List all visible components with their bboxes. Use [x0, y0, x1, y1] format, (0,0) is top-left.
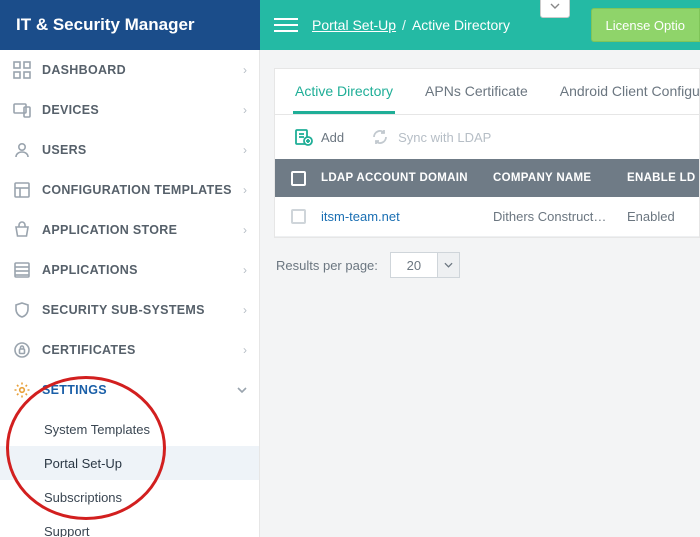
table-row[interactable]: itsm-team.net Dithers Construct… Enabled — [275, 197, 699, 237]
tab-apns-certificate[interactable]: APNs Certificate — [423, 69, 530, 114]
applications-icon — [12, 260, 32, 280]
pager: Results per page: 20 — [274, 238, 700, 292]
chevron-right-icon: › — [243, 343, 247, 357]
breadcrumb-current: Active Directory — [412, 17, 510, 33]
store-icon — [12, 220, 32, 240]
sidebar-item-label: APPLICATION STORE — [42, 223, 243, 237]
table-header: LDAP ACCOUNT DOMAIN COMPANY NAME ENABLE … — [275, 159, 699, 197]
select-all-checkbox[interactable] — [291, 171, 306, 186]
sidebar-item-label: SETTINGS — [42, 383, 237, 397]
main-content: Active Directory APNs Certificate Androi… — [260, 50, 700, 537]
shield-icon — [12, 300, 32, 320]
lock-icon — [12, 340, 32, 360]
results-per-page-select[interactable]: 20 — [390, 252, 460, 278]
sidebar-item-dashboard[interactable]: DASHBOARD › — [0, 50, 259, 90]
sidebar-item-security[interactable]: SECURITY SUB-SYSTEMS › — [0, 290, 259, 330]
row-checkbox-cell — [275, 209, 321, 224]
sidebar: DASHBOARD › DEVICES › USERS › CONFIGURAT… — [0, 50, 260, 537]
select-value: 20 — [391, 258, 437, 273]
chevron-down-icon[interactable] — [437, 253, 459, 277]
license-options-button[interactable]: License Optio — [591, 8, 700, 42]
sidebar-item-settings[interactable]: SETTINGS — [0, 370, 259, 410]
content-card: Active Directory APNs Certificate Androi… — [274, 68, 700, 238]
sync-icon — [370, 127, 390, 147]
menu-icon[interactable] — [274, 13, 298, 37]
chevron-right-icon: › — [243, 143, 247, 157]
header-enable[interactable]: ENABLE LD — [627, 172, 699, 184]
pager-label: Results per page: — [276, 258, 378, 273]
toolbar: Add Sync with LDAP — [275, 115, 699, 159]
breadcrumb: Portal Set-Up / Active Directory — [312, 17, 510, 33]
subnav-item-portal-setup[interactable]: Portal Set-Up — [0, 446, 259, 480]
chevron-right-icon: › — [243, 263, 247, 277]
sidebar-item-applications[interactable]: APPLICATIONS › — [0, 250, 259, 290]
chevron-right-icon: › — [243, 303, 247, 317]
subnav-item-support[interactable]: Support — [0, 514, 259, 537]
templates-icon — [12, 180, 32, 200]
sidebar-item-users[interactable]: USERS › — [0, 130, 259, 170]
add-icon — [293, 127, 313, 147]
sidebar-item-label: USERS — [42, 143, 243, 157]
sidebar-item-label: DEVICES — [42, 103, 243, 117]
dashboard-icon — [12, 60, 32, 80]
header-checkbox-cell — [275, 171, 321, 186]
row-enable: Enabled — [627, 209, 699, 224]
tabs: Active Directory APNs Certificate Androi… — [275, 69, 699, 115]
breadcrumb-separator: / — [402, 17, 406, 33]
sidebar-item-devices[interactable]: DEVICES › — [0, 90, 259, 130]
sidebar-item-app-store[interactable]: APPLICATION STORE › — [0, 210, 259, 250]
app-brand: IT & Security Manager — [0, 0, 260, 50]
sync-label: Sync with LDAP — [398, 130, 491, 145]
header-company[interactable]: COMPANY NAME — [493, 172, 627, 184]
row-checkbox[interactable] — [291, 209, 306, 224]
chevron-right-icon: › — [243, 103, 247, 117]
sidebar-item-label: DASHBOARD — [42, 63, 243, 77]
tab-active-directory[interactable]: Active Directory — [293, 69, 395, 114]
chevron-down-icon — [237, 387, 247, 393]
sidebar-item-config-templates[interactable]: CONFIGURATION TEMPLATES › — [0, 170, 259, 210]
add-label: Add — [321, 130, 344, 145]
dropdown-chip[interactable] — [540, 0, 570, 18]
breadcrumb-link[interactable]: Portal Set-Up — [312, 17, 396, 33]
row-domain-link[interactable]: itsm-team.net — [321, 209, 493, 224]
chevron-right-icon: › — [243, 183, 247, 197]
chevron-right-icon: › — [243, 63, 247, 77]
sync-button[interactable]: Sync with LDAP — [370, 127, 491, 147]
row-company: Dithers Construct… — [493, 209, 627, 224]
subnav-item-subscriptions[interactable]: Subscriptions — [0, 480, 259, 514]
tab-android-config[interactable]: Android Client Configuratio — [558, 69, 700, 114]
sidebar-item-label: APPLICATIONS — [42, 263, 243, 277]
sidebar-item-label: CONFIGURATION TEMPLATES — [42, 183, 243, 197]
subnav-item-system-templates[interactable]: System Templates — [0, 412, 259, 446]
devices-icon — [12, 100, 32, 120]
sidebar-item-label: CERTIFICATES — [42, 343, 243, 357]
settings-subnav: System Templates Portal Set-Up Subscript… — [0, 410, 259, 537]
topbar: Portal Set-Up / Active Directory License… — [260, 0, 700, 50]
chevron-right-icon: › — [243, 223, 247, 237]
header-domain[interactable]: LDAP ACCOUNT DOMAIN — [321, 172, 493, 184]
users-icon — [12, 140, 32, 160]
add-button[interactable]: Add — [293, 127, 344, 147]
sidebar-item-label: SECURITY SUB-SYSTEMS — [42, 303, 243, 317]
gear-icon — [12, 380, 32, 400]
sidebar-item-certificates[interactable]: CERTIFICATES › — [0, 330, 259, 370]
